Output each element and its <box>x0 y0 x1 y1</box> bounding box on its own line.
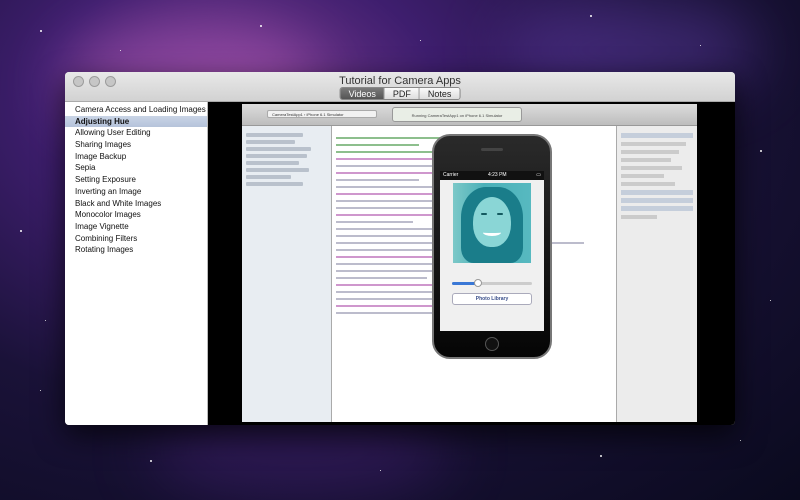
lesson-item[interactable]: Setting Exposure <box>65 174 207 186</box>
lesson-item[interactable]: Sharing Images <box>65 139 207 151</box>
hue-slider-knob <box>473 279 482 287</box>
clock-label: 4:23 PM <box>487 172 507 178</box>
lesson-item[interactable]: Allowing User Editing <box>65 127 207 139</box>
battery-icon: ▭ <box>536 172 541 178</box>
lesson-item[interactable]: Inverting an Image <box>65 186 207 198</box>
photo-library-button: Photo Library <box>452 293 532 305</box>
lesson-item[interactable]: Image Backup <box>65 151 207 163</box>
lesson-item[interactable]: Sepia <box>65 162 207 174</box>
lesson-item[interactable]: Monocolor Images <box>65 209 207 221</box>
tab-pdf[interactable]: PDF <box>384 88 420 99</box>
video-player[interactable]: CameraTestApp1 › iPhone 6.1 Simulator Ru… <box>208 102 735 425</box>
status-bar: Carrier 4:23 PM ▭ <box>440 171 544 180</box>
speaker-grille <box>481 148 503 151</box>
view-tabs: Videos PDF Notes <box>339 87 461 100</box>
hue-slider <box>452 279 532 287</box>
video-frame-xcode: CameraTestApp1 › iPhone 6.1 Simulator Ru… <box>242 104 697 422</box>
title-bar: Tutorial for Camera Apps Videos PDF Note… <box>65 72 735 102</box>
tab-notes[interactable]: Notes <box>419 88 460 99</box>
home-button <box>485 337 499 351</box>
lesson-item-selected[interactable]: Adjusting Hue <box>65 115 207 128</box>
xcode-inspector <box>617 126 697 422</box>
lesson-item[interactable]: Rotating Images <box>65 244 207 256</box>
iphone-simulator: Carrier 4:23 PM ▭ Photo Library <box>432 134 552 359</box>
lesson-item[interactable]: Image Vignette <box>65 221 207 233</box>
lesson-item[interactable]: Combining Filters <box>65 233 207 245</box>
lesson-item[interactable]: Black and White Images <box>65 198 207 210</box>
xcode-navigator <box>242 126 332 422</box>
xcode-activity-view: Running CameraTestApp1 on iPhone 6.1 Sim… <box>392 107 522 122</box>
window-title: Tutorial for Camera Apps <box>339 75 461 87</box>
xcode-toolbar: CameraTestApp1 › iPhone 6.1 Simulator Ru… <box>242 104 697 126</box>
xcode-scheme-selector: CameraTestApp1 › iPhone 6.1 Simulator <box>267 110 377 118</box>
carrier-label: Carrier <box>443 172 459 178</box>
tab-videos[interactable]: Videos <box>340 88 385 99</box>
lesson-list: Camera Access and Loading Images Adjusti… <box>65 102 208 425</box>
lesson-item[interactable]: Camera Access and Loading Images <box>65 104 207 116</box>
hue-adjusted-photo <box>453 183 531 263</box>
app-window: Tutorial for Camera Apps Videos PDF Note… <box>65 72 735 425</box>
simulator-screen: Carrier 4:23 PM ▭ Photo Library <box>440 171 544 331</box>
